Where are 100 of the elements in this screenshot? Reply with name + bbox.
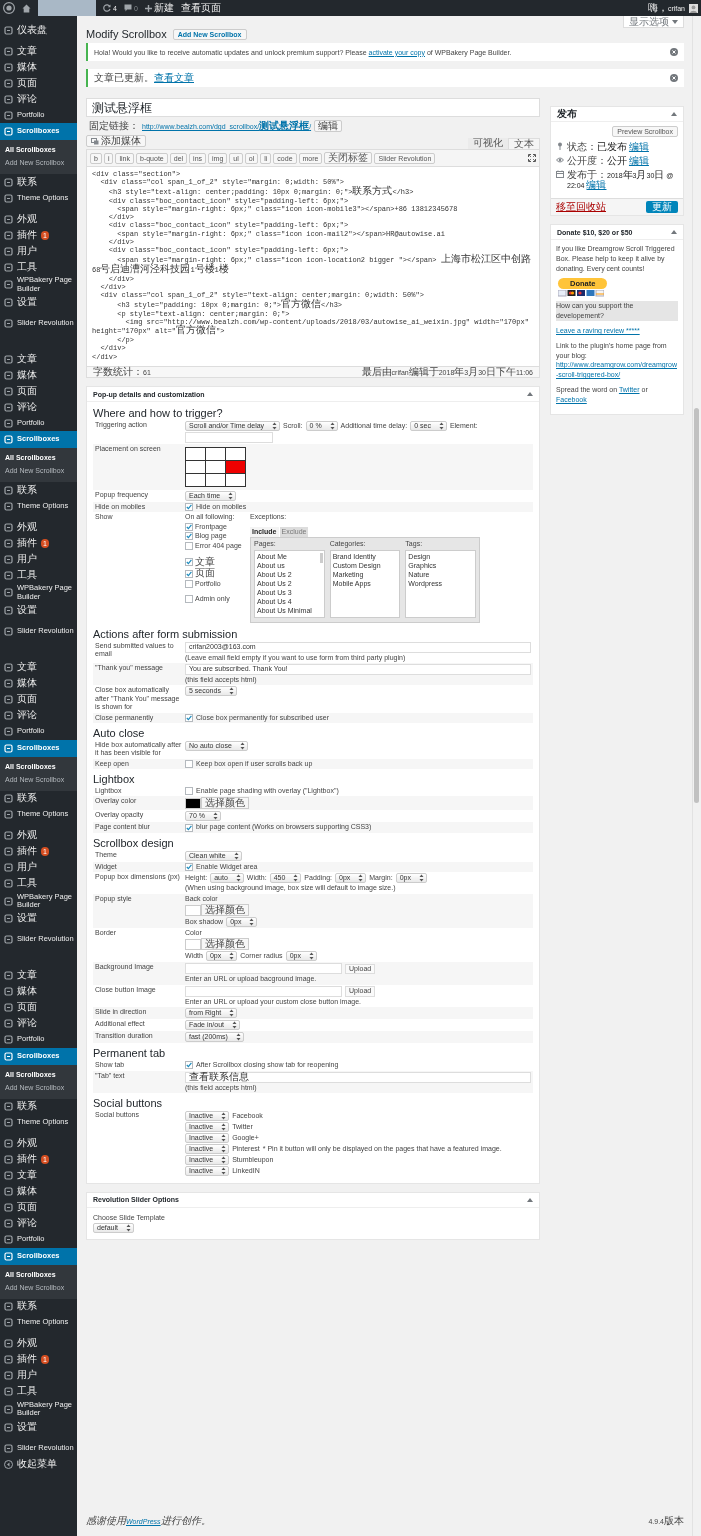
menu-item[interactable]: 媒体 bbox=[0, 367, 77, 384]
menu-item[interactable]: 外观 bbox=[0, 211, 77, 227]
placement-cell[interactable] bbox=[206, 461, 225, 473]
trash-link[interactable]: 移至回收站 bbox=[556, 202, 606, 212]
toolbar-button[interactable]: 关闭标签 bbox=[324, 152, 373, 164]
menu-item[interactable]: 联系 bbox=[0, 174, 77, 190]
menu-item[interactable]: 外观 bbox=[0, 519, 77, 536]
menu-item[interactable]: 工具 bbox=[0, 567, 77, 584]
placement-cell[interactable] bbox=[226, 474, 245, 486]
select-color-button[interactable]: 选择颜色 bbox=[201, 904, 249, 917]
menu-item[interactable]: 评论 bbox=[0, 91, 77, 107]
edit-link[interactable]: 编辑 bbox=[628, 144, 649, 151]
checkbox[interactable] bbox=[185, 713, 193, 722]
scrollbar[interactable] bbox=[692, 16, 701, 1536]
menu-item[interactable]: 外观 bbox=[0, 827, 77, 844]
placement-cell[interactable] bbox=[186, 474, 205, 486]
checkbox[interactable] bbox=[185, 823, 193, 832]
checkbox[interactable] bbox=[185, 503, 193, 512]
menu-icon bbox=[4, 110, 13, 120]
select-color-button[interactable]: 选择颜色 bbox=[201, 938, 249, 951]
menu-item[interactable]: 页面 bbox=[0, 691, 77, 708]
menu-item[interactable]: 工具 bbox=[0, 259, 77, 275]
checkbox[interactable] bbox=[185, 522, 193, 531]
edit-button[interactable]: 编辑 bbox=[314, 120, 343, 132]
menu-item[interactable]: 评论 bbox=[0, 1215, 77, 1232]
edit-link[interactable]: 编辑 bbox=[586, 182, 607, 189]
placement-cell[interactable] bbox=[186, 461, 205, 473]
menu-item[interactable]: 文章 bbox=[0, 659, 77, 676]
menu-item[interactable]: 页面 bbox=[0, 383, 77, 400]
menu-item[interactable]: 设置 bbox=[0, 294, 77, 311]
checkbox[interactable] bbox=[185, 1061, 193, 1070]
menu-item[interactable]: 媒体 bbox=[0, 59, 77, 75]
menu-item[interactable]: 页面 bbox=[0, 75, 77, 91]
checkbox[interactable] bbox=[185, 569, 193, 578]
edit-link[interactable]: 编辑 bbox=[628, 158, 649, 165]
placement-cell[interactable] bbox=[226, 448, 245, 460]
editor-tab[interactable]: 可视化 bbox=[468, 138, 508, 149]
text-field[interactable] bbox=[185, 963, 342, 975]
menu-item[interactable]: 外观 bbox=[0, 1135, 77, 1152]
color-swatch[interactable] bbox=[185, 904, 201, 916]
menu-item[interactable]: 用户 bbox=[0, 859, 77, 876]
scrollbar-thumb[interactable] bbox=[694, 408, 699, 803]
menu-item[interactable]: 评论 bbox=[0, 1015, 77, 1032]
checkbox[interactable] bbox=[185, 558, 193, 567]
update-button[interactable]: 更新 bbox=[646, 201, 678, 213]
menu-icon bbox=[4, 62, 13, 72]
menu-icon bbox=[4, 1187, 13, 1197]
color-swatch[interactable] bbox=[185, 797, 201, 809]
collapse-menu-button[interactable]: 收起菜单 bbox=[0, 1456, 77, 1472]
menu-item[interactable]: 联系 bbox=[0, 1098, 77, 1115]
text-field[interactable] bbox=[185, 985, 342, 997]
menu-item[interactable]: 用户 bbox=[0, 243, 77, 259]
menu-item[interactable]: 工具 bbox=[0, 1383, 77, 1400]
checkbox[interactable] bbox=[185, 759, 193, 768]
menu-item[interactable]: 媒体 bbox=[0, 675, 77, 692]
menu-item[interactable]: 文章 bbox=[0, 351, 77, 368]
menu-item[interactable]: 文章 bbox=[0, 1167, 77, 1184]
placement-cell[interactable] bbox=[186, 448, 205, 460]
menu-item[interactable]: 联系 bbox=[0, 790, 77, 807]
text-field[interactable] bbox=[185, 432, 273, 443]
menu-item[interactable]: 联系 bbox=[0, 482, 77, 499]
menu-item[interactable]: 设置 bbox=[0, 1419, 77, 1435]
menu-item[interactable]: 评论 bbox=[0, 707, 77, 724]
menu-icon bbox=[4, 1387, 13, 1397]
menu-item[interactable]: 媒体 bbox=[0, 1183, 77, 1200]
menu-item[interactable]: 文章 bbox=[0, 43, 77, 59]
code-editor[interactable] bbox=[86, 167, 540, 367]
placement-cell[interactable] bbox=[206, 448, 225, 460]
menu-item[interactable]: 页面 bbox=[0, 1199, 77, 1216]
menu-item[interactable]: 页面 bbox=[0, 999, 77, 1016]
scrollbar[interactable] bbox=[319, 552, 323, 563]
view-page-link[interactable]: 查看页面 bbox=[180, 3, 221, 13]
menu-icon bbox=[4, 1019, 13, 1029]
new-link[interactable]: 新建 bbox=[144, 3, 174, 13]
menu-item[interactable]: 联系 bbox=[0, 1298, 77, 1315]
checkbox[interactable] bbox=[185, 541, 193, 550]
placement-cell[interactable] bbox=[206, 474, 225, 486]
placement-cell[interactable] bbox=[226, 461, 245, 473]
checkbox[interactable] bbox=[185, 595, 193, 604]
menu-item[interactable]: 设置 bbox=[0, 602, 77, 619]
menu-item[interactable]: 文章 bbox=[0, 967, 77, 984]
menu-item[interactable]: 外观 bbox=[0, 1335, 77, 1352]
checkbox[interactable] bbox=[185, 787, 193, 796]
menu-item[interactable]: 用户 bbox=[0, 1367, 77, 1384]
section-heading: Auto close bbox=[93, 726, 146, 739]
checkbox[interactable] bbox=[185, 532, 193, 541]
menu-item[interactable]: 评论 bbox=[0, 399, 77, 416]
screen-options-tab[interactable]: 显示选项 bbox=[623, 16, 684, 28]
text-field[interactable]: 查看联系信息 bbox=[185, 1071, 531, 1083]
menu-item[interactable]: 工具 bbox=[0, 875, 77, 892]
menu-item[interactable]: 仪表盘 bbox=[0, 22, 77, 38]
title-field[interactable]: 测试悬浮框 bbox=[86, 98, 540, 117]
select-color-button[interactable]: 选择颜色 bbox=[201, 797, 249, 810]
color-swatch[interactable] bbox=[185, 938, 201, 950]
add-media-button[interactable]: 添加媒体 bbox=[86, 135, 146, 147]
menu-item[interactable]: 用户 bbox=[0, 551, 77, 568]
checkbox[interactable] bbox=[185, 863, 193, 872]
menu-item[interactable]: 媒体 bbox=[0, 983, 77, 1000]
checkbox[interactable] bbox=[185, 579, 193, 588]
menu-item[interactable]: 设置 bbox=[0, 910, 77, 927]
